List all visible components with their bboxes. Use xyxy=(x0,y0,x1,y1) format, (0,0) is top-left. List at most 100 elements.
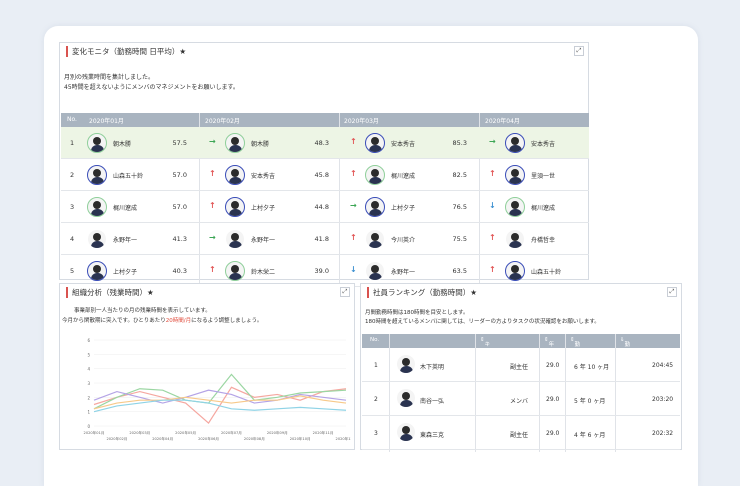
x-tick-label: 2020年06月 xyxy=(198,436,219,441)
y-tick-label: 2 xyxy=(87,395,90,400)
x-tick-label: 2020年04月 xyxy=(152,436,173,441)
y-tick-label: 6 xyxy=(87,338,90,343)
monitor-description-2: 45時間を超えないようにメンバのマネジメントをお願いします。 xyxy=(64,84,239,91)
org-description-2a: 今月から閑散期に突入です。ひとりあたり xyxy=(62,318,166,324)
age: 29.0 xyxy=(546,362,560,369)
x-tick-label: 2020年03月 xyxy=(129,430,150,435)
hours-value: 40.3 xyxy=(172,267,187,275)
rk-header-age[interactable]: ⇕ 年齢 xyxy=(544,337,554,356)
x-tick-label: 2020年05月 xyxy=(175,430,196,435)
avatar xyxy=(225,261,245,281)
age: 29.0 xyxy=(546,396,560,403)
change-monitor-panel: 変化モニタ（勤務時間 日平均）★ ⤢ 月別の残業時間を集計しました。 45時間を… xyxy=(59,42,589,293)
avatar xyxy=(365,197,385,217)
monitor-table-header: No. 2020年01月 2020年02月 2020年03月 2020年04月 xyxy=(61,113,589,127)
hours-value: 48.3 xyxy=(314,139,329,147)
header-month-2: 2020年02月 xyxy=(205,118,240,125)
rank-number: 1 xyxy=(374,362,378,369)
trend-up-icon: ↑ xyxy=(489,265,496,274)
expand-icon[interactable]: ⤢ xyxy=(667,287,677,297)
rk-header-tenure[interactable]: ⇕ 勤続期間 xyxy=(570,337,580,372)
monitor-row: 1 朝木勝 57.5 → 朝木勝 48.3 ↑ 安本秀吉 85.3 → 安本秀吉 xyxy=(61,127,589,159)
y-tick-label: 1 xyxy=(87,410,90,415)
header-month-3: 2020年03月 xyxy=(344,118,379,125)
org-analysis-panel: 組織分析（残業時間）★ ⤢ 事業部別一人当たりの月の残業時間を表示しています。 … xyxy=(59,283,355,450)
monitor-description-1: 月別の残業時間を集計しました。 xyxy=(64,74,155,81)
org-analysis-title: 組織分析（残業時間）★ xyxy=(66,287,154,298)
trend-right-icon: → xyxy=(350,201,357,210)
ranking-row: 1 木下英明 副主任 29.0 6 年 10 ヶ月 204:45 xyxy=(362,348,680,382)
avatar xyxy=(87,229,107,249)
y-tick-label: 5 xyxy=(87,352,90,357)
org-description-2c: になるよう調整しましょう。 xyxy=(191,318,263,324)
person-name: 安本秀吉 xyxy=(391,141,416,148)
y-tick-label: 0 xyxy=(87,424,90,429)
ranking-row: 2 南谷一弘 メンバ 29.0 5 年 0 ヶ月 203:20 xyxy=(362,382,680,416)
career-stage: 副主任 xyxy=(510,364,529,371)
avatar xyxy=(396,354,416,374)
employee-name: 南谷一弘 xyxy=(420,398,445,405)
row-number: 5 xyxy=(70,267,75,275)
person-name: 朝木勝 xyxy=(113,141,132,148)
person-name: 梶川遼成 xyxy=(113,205,138,212)
hours-value: 57.0 xyxy=(172,203,187,211)
avatar xyxy=(396,422,416,442)
rk-header-stage[interactable]: ⇕ キャリアステージ xyxy=(480,337,490,404)
monitor-row: 3 梶川遼成 57.0 ↑ 上村夕子 44.8 → 上村夕子 76.5 ↓ 梶川… xyxy=(61,191,589,223)
age: 29.0 xyxy=(546,430,560,437)
ranking-panel: 社員ランキング（勤務時間）★ ⤢ 月間勤務時間は180時間を目安とします。 18… xyxy=(360,283,682,452)
trend-up-icon: ↑ xyxy=(350,169,357,178)
person-name: 山森五十鈴 xyxy=(113,173,144,180)
expand-icon[interactable]: ⤢ xyxy=(340,287,350,297)
work-hours: 204:45 xyxy=(652,362,674,369)
person-name: 永野年一 xyxy=(391,269,416,276)
person-name: 上村夕子 xyxy=(251,205,276,212)
avatar xyxy=(87,165,107,185)
avatar xyxy=(365,229,385,249)
avatar xyxy=(225,197,245,217)
ranking-title: 社員ランキング（勤務時間）★ xyxy=(367,287,477,298)
rk-header-hours[interactable]: ⇓ 勤務時間(月平均) xyxy=(620,337,632,396)
row-number: 1 xyxy=(70,139,75,147)
avatar xyxy=(505,133,525,153)
ranking-row: 3 東森三克 副主任 29.0 4 年 6 ヶ月 202:32 xyxy=(362,416,680,450)
row-number: 3 xyxy=(70,203,75,211)
person-name: 永野年一 xyxy=(113,237,138,244)
avatar xyxy=(505,165,525,185)
series-line xyxy=(93,395,347,410)
avatar xyxy=(365,261,385,281)
person-name: 梶川遼成 xyxy=(391,173,416,180)
avatar xyxy=(396,388,416,408)
hours-value: 41.3 xyxy=(172,235,187,243)
work-hours: 203:20 xyxy=(652,396,674,403)
person-name: 安本秀吉 xyxy=(531,141,556,148)
org-description-highlight: 20時間/月 xyxy=(165,318,192,324)
y-tick-label: 4 xyxy=(87,367,90,372)
avatar xyxy=(87,133,107,153)
rank-number: 2 xyxy=(374,396,378,403)
person-name: 山森五十鈴 xyxy=(531,269,562,276)
org-description-1: 事業部別一人当たりの月の残業時間を表示しています。 xyxy=(74,308,211,314)
avatar xyxy=(505,197,525,217)
trend-right-icon: → xyxy=(209,233,216,242)
person-name: 安本秀吉 xyxy=(251,173,276,180)
org-description-2: 今月から閑散期に突入です。ひとりあたり20時間/月になるよう調整しましょう。 xyxy=(62,316,262,326)
hours-value: 41.8 xyxy=(314,235,329,243)
tenure: 4 年 6 ヶ月 xyxy=(574,432,606,439)
monitor-row: 2 山森五十鈴 57.0 ↑ 安本秀吉 45.8 ↑ 梶川遼成 82.5 ↑ 里… xyxy=(61,159,589,191)
hours-value: 45.8 xyxy=(314,171,329,179)
expand-icon[interactable]: ⤢ xyxy=(574,46,584,56)
career-stage: メンバ xyxy=(510,398,529,405)
career-stage: 副主任 xyxy=(510,432,529,439)
x-tick-label: 2020年10月 xyxy=(290,436,311,441)
tenure: 6 年 10 ヶ月 xyxy=(574,364,610,371)
x-tick-label: 2020年09月 xyxy=(267,430,288,435)
x-tick-label: 2020年07月 xyxy=(221,430,242,435)
trend-right-icon: → xyxy=(209,137,216,146)
work-hours: 202:32 xyxy=(652,430,674,437)
person-name: 永野年一 xyxy=(251,237,276,244)
person-name: 今川英介 xyxy=(391,237,416,244)
hours-value: 75.5 xyxy=(452,235,467,243)
rank-number: 3 xyxy=(374,430,378,437)
avatar xyxy=(365,165,385,185)
